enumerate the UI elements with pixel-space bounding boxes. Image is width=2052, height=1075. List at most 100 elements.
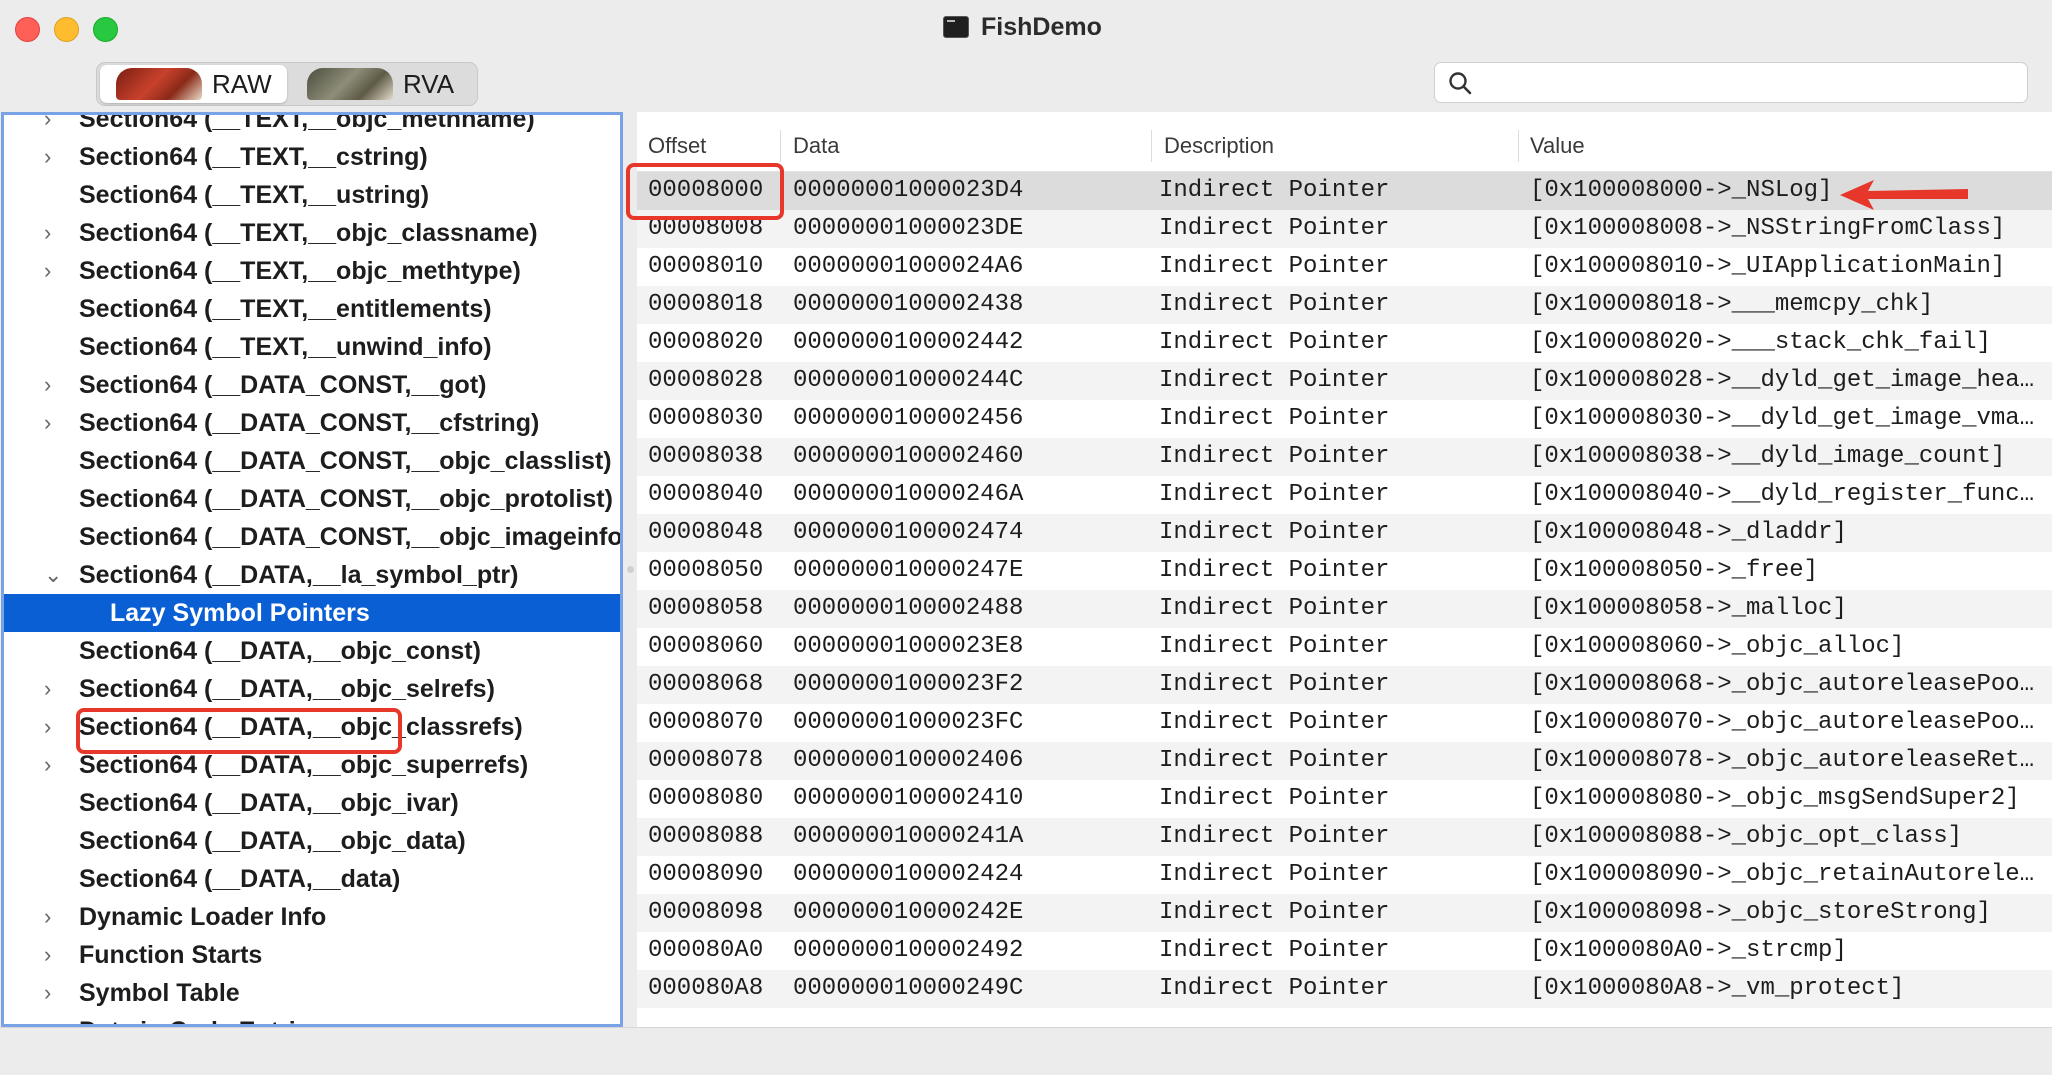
disclosure-collapsed-icon[interactable]: › [44,252,64,290]
disclosure-expanded-icon[interactable]: ⌄ [44,556,64,594]
disclosure-collapsed-icon[interactable]: › [44,115,64,138]
table-row[interactable]: 00008020 0000000100002442 Indirect Pointer… [637,324,2052,362]
table-row[interactable]: 00008030 0000000100002456 Indirect Pointer… [637,400,2052,438]
sidebar-tree-item[interactable]: › Section64 (__DATA,__objc_classrefs) [4,708,620,746]
sidebar-tree-item[interactable]: › Section64 (__TEXT,__objc_methname) [4,112,620,138]
table-row[interactable]: 00008018 0000000100002438 Indirect Pointer… [637,286,2052,324]
sidebar-tree-item[interactable]: Section64 (__DATA_CONST,__objc_imageinfo… [4,518,620,556]
table-row[interactable]: 00008010 00000001000024A6 Indirect Pointer… [637,248,2052,286]
table-row[interactable]: 00008060 00000001000023E8 Indirect Pointer… [637,628,2052,666]
cell-value: [0x100008010->_UIApplicationMain] [1530,253,2006,280]
sidebar-tree-item[interactable]: › Section64 (__TEXT,__objc_methtype) [4,252,620,290]
sidebar-tree-item[interactable]: ⌄ Section64 (__DATA,__la_symbol_ptr) [4,556,620,594]
disclosure-collapsed-icon[interactable]: › [44,1012,64,1024]
sidebar-tree-item[interactable]: › Section64 (__DATA_CONST,__cfstring) [4,404,620,442]
cell-offset: 00008060 [648,633,764,660]
sidebar-tree-item[interactable]: Section64 (__TEXT,__unwind_info) [4,328,620,366]
sidebar-tree-item[interactable]: › Section64 (__DATA_CONST,__got) [4,366,620,404]
zoom-window-button[interactable] [93,17,118,42]
sidebar-tree-item[interactable]: › Section64 (__DATA,__objc_superrefs) [4,746,620,784]
disclosure-collapsed-icon[interactable]: › [44,670,64,708]
table-row[interactable]: 000080A8 000000010000249C Indirect Pointer… [637,970,2052,1008]
column-header-data[interactable]: Data [793,112,839,171]
sidebar-tree-item[interactable]: › Data in Code Entries [4,1012,620,1024]
sidebar-tree-item[interactable]: › Function Starts [4,936,620,974]
cell-data: 0000000100002460 [793,443,1024,470]
column-divider[interactable] [1518,130,1519,162]
search-field[interactable] [1434,62,2028,103]
column-divider[interactable] [780,130,781,162]
sidebar-tree-item[interactable]: › Section64 (__TEXT,__cstring) [4,138,620,176]
cell-offset: 00008028 [648,367,764,394]
table-row[interactable]: 00008038 0000000100002460 Indirect Pointer… [637,438,2052,476]
cell-value: [0x100008020->___stack_chk_fail] [1530,329,1991,356]
column-divider[interactable] [1151,130,1152,162]
table-row[interactable]: 00008048 0000000100002474 Indirect Pointer… [637,514,2052,552]
cell-data: 000000010000249C [793,975,1024,1002]
sidebar-tree-item-label: Section64 (__TEXT,__objc_methtype) [79,257,521,285]
sidebar-tree-item-label: Section64 (__DATA,__objc_classrefs) [79,713,523,741]
sidebar-tree-item-label: Section64 (__TEXT,__objc_methname) [79,112,535,133]
table-row[interactable]: 00008078 0000000100002406 Indirect Pointer… [637,742,2052,780]
disclosure-collapsed-icon[interactable]: › [44,708,64,746]
minimize-window-button[interactable] [54,17,79,42]
disclosure-collapsed-icon[interactable]: › [44,366,64,404]
sidebar-tree-item[interactable]: › Dynamic Loader Info [4,898,620,936]
search-input[interactable] [1483,67,2017,99]
sidebar-tree-item-label: Section64 (__DATA,__data) [79,865,401,893]
table-row[interactable]: 00008068 00000001000023F2 Indirect Pointer… [637,666,2052,704]
title-bar: FishDemo [0,0,2052,52]
cell-offset: 00008018 [648,291,764,318]
cell-description: Indirect Pointer [1159,861,1390,888]
cell-value: [0x100008090->_objc_retainAutorele… [1530,861,2035,888]
cell-description: Indirect Pointer [1159,899,1390,926]
table-row[interactable]: 00008050 000000010000247E Indirect Pointer… [637,552,2052,590]
table-row[interactable]: 00008090 0000000100002424 Indirect Pointer… [637,856,2052,894]
split-view-divider[interactable] [624,112,637,1027]
raw-segment-button[interactable]: RAW [100,65,287,103]
rva-segment-button[interactable]: RVA [291,65,473,103]
table-row[interactable]: 00008040 000000010000246A Indirect Pointer… [637,476,2052,514]
table-row[interactable]: 00008088 000000010000241A Indirect Pointer… [637,818,2052,856]
cell-value: [0x100008078->_objc_autoreleaseRet… [1530,747,2035,774]
sidebar-tree-item[interactable]: Section64 (__TEXT,__ustring) [4,176,620,214]
sidebar-tree-item[interactable]: Section64 (__DATA,__data) [4,860,620,898]
table-row[interactable]: 00008070 00000001000023FC Indirect Pointer… [637,704,2052,742]
sidebar-tree-item[interactable]: Section64 (__DATA,__objc_data) [4,822,620,860]
sidebar-tree-item-label: Section64 (__DATA_CONST,__got) [79,371,487,399]
sidebar-tree-item[interactable]: Lazy Symbol Pointers [4,594,620,632]
disclosure-collapsed-icon[interactable]: › [44,138,64,176]
table-row[interactable]: 00008008 00000001000023DE Indirect Pointer… [637,210,2052,248]
cell-data: 0000000100002488 [793,595,1024,622]
window-title: FishDemo [981,12,1102,41]
table-row[interactable]: 00008098 000000010000242E Indirect Pointer… [637,894,2052,932]
table-row[interactable]: 00008080 0000000100002410 Indirect Pointer… [637,780,2052,818]
sidebar-tree-item[interactable]: › Section64 (__TEXT,__objc_classname) [4,214,620,252]
sidebar-tree-item[interactable]: Section64 (__DATA,__objc_ivar) [4,784,620,822]
sidebar-tree-item[interactable]: Section64 (__DATA,__objc_const) [4,632,620,670]
divider-handle[interactable] [627,566,634,573]
cell-value: [0x100008098->_objc_storeStrong] [1530,899,1991,926]
column-header-value[interactable]: Value [1530,112,1585,171]
sidebar-tree-item[interactable]: Section64 (__TEXT,__entitlements) [4,290,620,328]
sidebar-tree[interactable]: › Section64 (__TEXT,__objc_methname) › Sect… [1,112,623,1027]
close-window-button[interactable] [15,17,40,42]
sidebar-tree-item[interactable]: › Symbol Table [4,974,620,1012]
sidebar-tree-item[interactable]: › Section64 (__DATA,__objc_selrefs) [4,670,620,708]
disclosure-collapsed-icon[interactable]: › [44,404,64,442]
column-header-description[interactable]: Description [1164,112,1274,171]
sidebar-tree-item[interactable]: Section64 (__DATA_CONST,__objc_classlist… [4,442,620,480]
cell-offset: 00008048 [648,519,764,546]
cell-data: 000000010000247E [793,557,1024,584]
table-row[interactable]: 00008058 0000000100002488 Indirect Pointer… [637,590,2052,628]
cell-description: Indirect Pointer [1159,329,1390,356]
disclosure-collapsed-icon[interactable]: › [44,898,64,936]
disclosure-collapsed-icon[interactable]: › [44,746,64,784]
disclosure-collapsed-icon[interactable]: › [44,936,64,974]
sidebar-tree-item[interactable]: Section64 (__DATA_CONST,__objc_protolist… [4,480,620,518]
disclosure-collapsed-icon[interactable]: › [44,214,64,252]
disclosure-collapsed-icon[interactable]: › [44,974,64,1012]
table-row[interactable]: 000080A0 0000000100002492 Indirect Pointer… [637,932,2052,970]
table-row[interactable]: 00008028 000000010000244C Indirect Pointer… [637,362,2052,400]
sidebar-tree-item-label: Section64 (__DATA_CONST,__objc_imageinfo… [79,523,623,551]
